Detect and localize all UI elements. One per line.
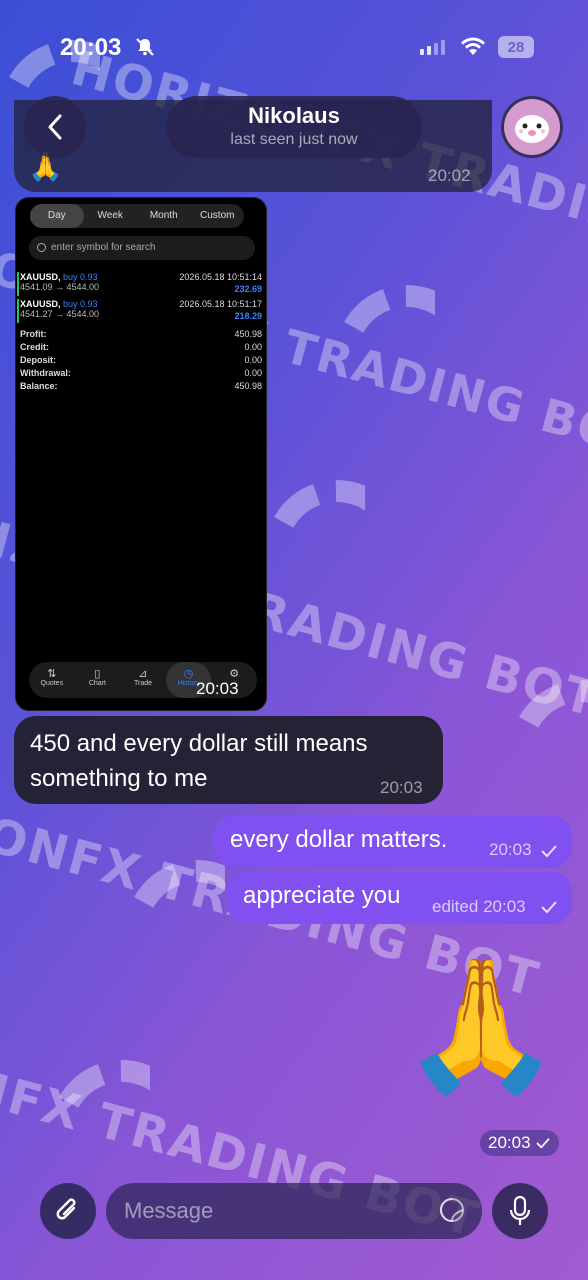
wallpaper-logo <box>510 680 588 735</box>
check-icon <box>541 901 557 914</box>
message-text: every dollar matters. <box>230 826 448 853</box>
summary-row: Withdrawal: 0.00 <box>20 368 262 378</box>
chat-title[interactable]: Nikolaus last seen just now <box>166 96 422 158</box>
signal-icon <box>420 40 445 55</box>
tab-month: Month <box>149 210 178 221</box>
trade-row: XAUUSD, buy 0.93 2026.05.18 10:51:14 454… <box>17 272 264 296</box>
microphone-button[interactable] <box>492 1183 548 1239</box>
message-text: appreciate you <box>243 882 401 909</box>
symbol-search: enter symbol for search <box>29 236 255 260</box>
avatar[interactable] <box>501 96 563 158</box>
wallpaper-logo <box>125 860 225 915</box>
wallpaper-logo <box>265 480 365 535</box>
chevron-left-icon <box>48 114 62 140</box>
contact-status: last seen just now <box>230 131 358 148</box>
contact-name: Nikolaus <box>248 103 340 128</box>
chart-icon: ▯ <box>94 668 101 680</box>
summary-row: Balance: 450.98 <box>20 381 262 391</box>
nav-trade: ⊿ Trade <box>120 662 166 698</box>
praying-hands-sticker[interactable]: 🙏 <box>400 945 562 1105</box>
check-icon <box>535 1138 550 1149</box>
status-bar: 20:03 28 <box>0 0 588 90</box>
tab-day: Day <box>30 204 84 228</box>
sticker-icon[interactable] <box>438 1196 466 1224</box>
message-time: 20:03 <box>489 840 532 859</box>
paperclip-icon <box>56 1198 76 1220</box>
wallpaper-logo <box>335 285 435 340</box>
sticker-time: 20:03 <box>480 1130 559 1156</box>
message-time: 20:02 <box>428 166 471 185</box>
back-button[interactable] <box>24 96 86 158</box>
wifi-icon <box>461 37 485 55</box>
screenshot-image[interactable]: Day Week Month Custom enter symbol for s… <box>15 197 267 711</box>
microphone-icon <box>509 1195 531 1225</box>
edited-label: edited 20:03 <box>432 897 526 916</box>
message-text: 450 and every dollar still means somethi… <box>30 730 368 792</box>
check-icon <box>541 845 557 858</box>
nav-chart: ▯ Chart <box>75 662 121 698</box>
clock: 20:03 <box>60 34 122 61</box>
trade-icon: ⊿ <box>138 668 148 680</box>
message-time: 20:03 <box>196 679 239 698</box>
seal-avatar-icon <box>515 115 549 143</box>
message-input[interactable] <box>106 1183 482 1239</box>
message-bubble[interactable]: appreciate you edited 20:03 <box>227 872 572 924</box>
attach-button[interactable] <box>40 1183 96 1239</box>
message-bubble[interactable]: 450 and every dollar still means somethi… <box>14 716 443 804</box>
summary-row: Profit: 450.98 <box>20 329 262 339</box>
trade-row: XAUUSD, buy 0.93 2026.05.18 10:51:17 454… <box>17 299 264 323</box>
message-time: 20:03 <box>380 778 423 797</box>
message-bubble[interactable]: every dollar matters. 20:03 <box>214 816 572 868</box>
summary-row: Deposit: 0.00 <box>20 355 262 365</box>
tab-week: Week <box>97 210 123 221</box>
tab-custom: Custom <box>200 210 235 221</box>
search-icon <box>37 243 46 252</box>
period-tabs: Day Week Month Custom <box>30 204 244 228</box>
quotes-icon: ⇅ <box>47 668 57 680</box>
summary-row: Credit: 0.00 <box>20 342 262 352</box>
nav-quotes: ⇅ Quotes <box>29 662 75 698</box>
wallpaper-logo <box>50 1060 150 1115</box>
battery-indicator: 28 <box>498 36 534 58</box>
bell-muted-icon <box>136 38 154 56</box>
